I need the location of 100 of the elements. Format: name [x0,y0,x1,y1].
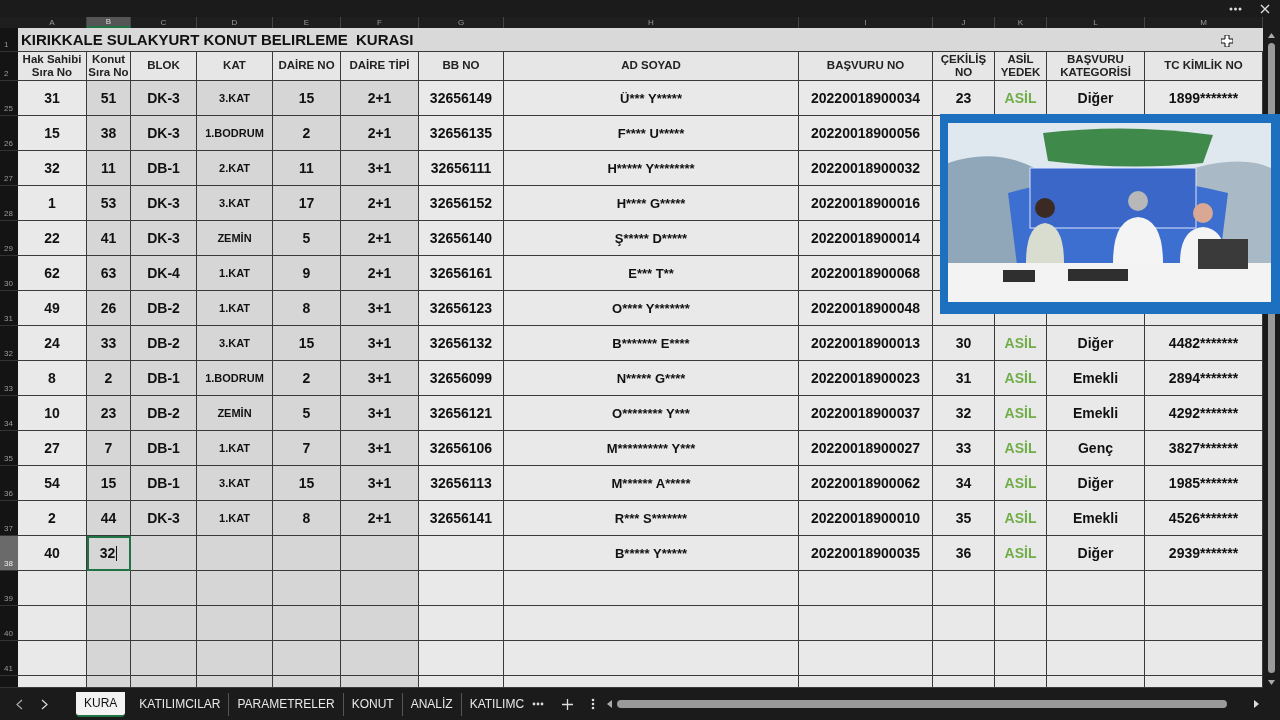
sheet-title: KIRIKKALE SULAKYURT KONUT BELIRLEME KURASI [21,31,414,48]
column-header[interactable]: B [87,17,131,28]
table-cell: Diğer [1047,326,1145,361]
table-cell: 20220018900013 [799,326,933,361]
row-number[interactable]: 25 [0,81,18,116]
column-header[interactable]: J [933,17,995,28]
table-cell: 51 [87,81,131,116]
table-cell: 20220018900068 [799,256,933,291]
column-header[interactable]: A [18,17,87,28]
column-heading: Hak Sahibi Sıra No [18,52,87,81]
row-number[interactable]: 38 [0,536,18,571]
more-icon[interactable] [532,702,545,706]
column-header[interactable]: H [504,17,799,28]
row-number[interactable]: 1 [0,28,18,52]
table-cell: 53 [87,186,131,221]
row-number[interactable]: 33 [0,361,18,396]
table-cell: 1.KAT [197,431,273,466]
row-number[interactable]: 29 [0,221,18,256]
next-icon[interactable] [41,698,48,710]
column-header[interactable]: L [1047,17,1145,28]
row-number[interactable]: 2 [0,52,18,81]
table-cell: 32 [18,151,87,186]
table-cell: DK-3 [131,221,197,256]
row-number[interactable]: 36 [0,466,18,501]
table-cell: 31 [18,81,87,116]
add-icon[interactable] [562,698,574,710]
horizontal-scrollbar[interactable] [607,698,1260,710]
row-number[interactable]: 41 [0,641,18,676]
row-number[interactable]: 31 [0,291,18,326]
options-icon[interactable] [591,698,596,710]
table-cell: 3.KAT [197,186,273,221]
table-cell: 20220018900034 [799,81,933,116]
column-header[interactable]: C [131,17,197,28]
table-cell: 3+1 [341,361,419,396]
table-cell: 32656140 [419,221,504,256]
table-cell: DB-1 [131,361,197,396]
table-cell: 9 [273,256,341,291]
table-cell: 33 [87,326,131,361]
table-cell: DK-3 [131,186,197,221]
table-cell: 3827******* [1145,431,1263,466]
row-number[interactable]: 39 [0,571,18,606]
sheet-tab[interactable]: KURA [76,691,126,717]
table-cell: 8 [273,501,341,536]
more-icon[interactable] [1229,6,1242,11]
table-cell: Ü*** Y***** [504,81,799,116]
close-icon[interactable] [1260,3,1270,14]
table-cell: 15 [87,466,131,501]
row-number[interactable]: 26 [0,116,18,151]
table-cell: 8 [273,291,341,326]
column-header[interactable]: I [799,17,933,28]
sheet-tab[interactable]: KATILIMC [461,692,527,716]
column-heading: ASİL YEDEK [995,52,1047,81]
table-cell: 3+1 [341,291,419,326]
table-cell: 3+1 [341,326,419,361]
column-header[interactable]: E [273,17,341,28]
table-cell: ASİL [995,501,1047,536]
sheet-tab[interactable]: ANALİZ [402,692,462,716]
table-cell: 15 [18,116,87,151]
table-cell: 2939******* [1145,536,1263,571]
table-cell: 32 [933,396,995,431]
row-number[interactable]: 37 [0,501,18,536]
column-header[interactable]: K [995,17,1047,28]
table-cell: 1.KAT [197,256,273,291]
table-cell: DB-2 [131,396,197,431]
table-cell: 1985******* [1145,466,1263,501]
sheet-tab[interactable]: PARAMETRELER [229,692,344,716]
table-cell: 32656141 [419,501,504,536]
column-heading: BAŞVURU NO [799,52,933,81]
row-number[interactable]: 35 [0,431,18,466]
table-cell: ASİL [995,466,1047,501]
table-cell: DB-1 [131,466,197,501]
row-number[interactable]: 34 [0,396,18,431]
table-cell: 3+1 [341,151,419,186]
table-cell: 1.KAT [197,501,273,536]
row-number[interactable]: 28 [0,186,18,221]
row-number[interactable]: 40 [0,606,18,641]
column-heading: KAT [197,52,273,81]
table-cell: E*** T** [504,256,799,291]
sheet-tab[interactable]: KONUT [343,692,403,716]
table-cell: 7 [273,431,341,466]
column-header[interactable]: F [341,17,419,28]
table-cell: B***** Y***** [504,536,799,571]
sheet-tab[interactable]: KATILIMCILAR [131,692,230,716]
table-cell: DK-4 [131,256,197,291]
table-cell: 15 [273,81,341,116]
column-heading: DAİRE NO [273,52,341,81]
column-header[interactable]: G [419,17,504,28]
column-heading: TC KİMLİK NO [1145,52,1263,81]
table-cell: 3+1 [341,466,419,501]
column-header[interactable]: D [197,17,273,28]
column-header[interactable]: M [1145,17,1263,28]
row-number[interactable]: 27 [0,151,18,186]
table-cell: 8 [18,361,87,396]
previous-icon[interactable] [16,698,23,710]
active-cell[interactable]: 32 [87,536,131,571]
table-cell: 63 [87,256,131,291]
row-number[interactable]: 32 [0,326,18,361]
table-cell: 32656135 [419,116,504,151]
row-number[interactable]: 30 [0,256,18,291]
table-cell: 32656121 [419,396,504,431]
